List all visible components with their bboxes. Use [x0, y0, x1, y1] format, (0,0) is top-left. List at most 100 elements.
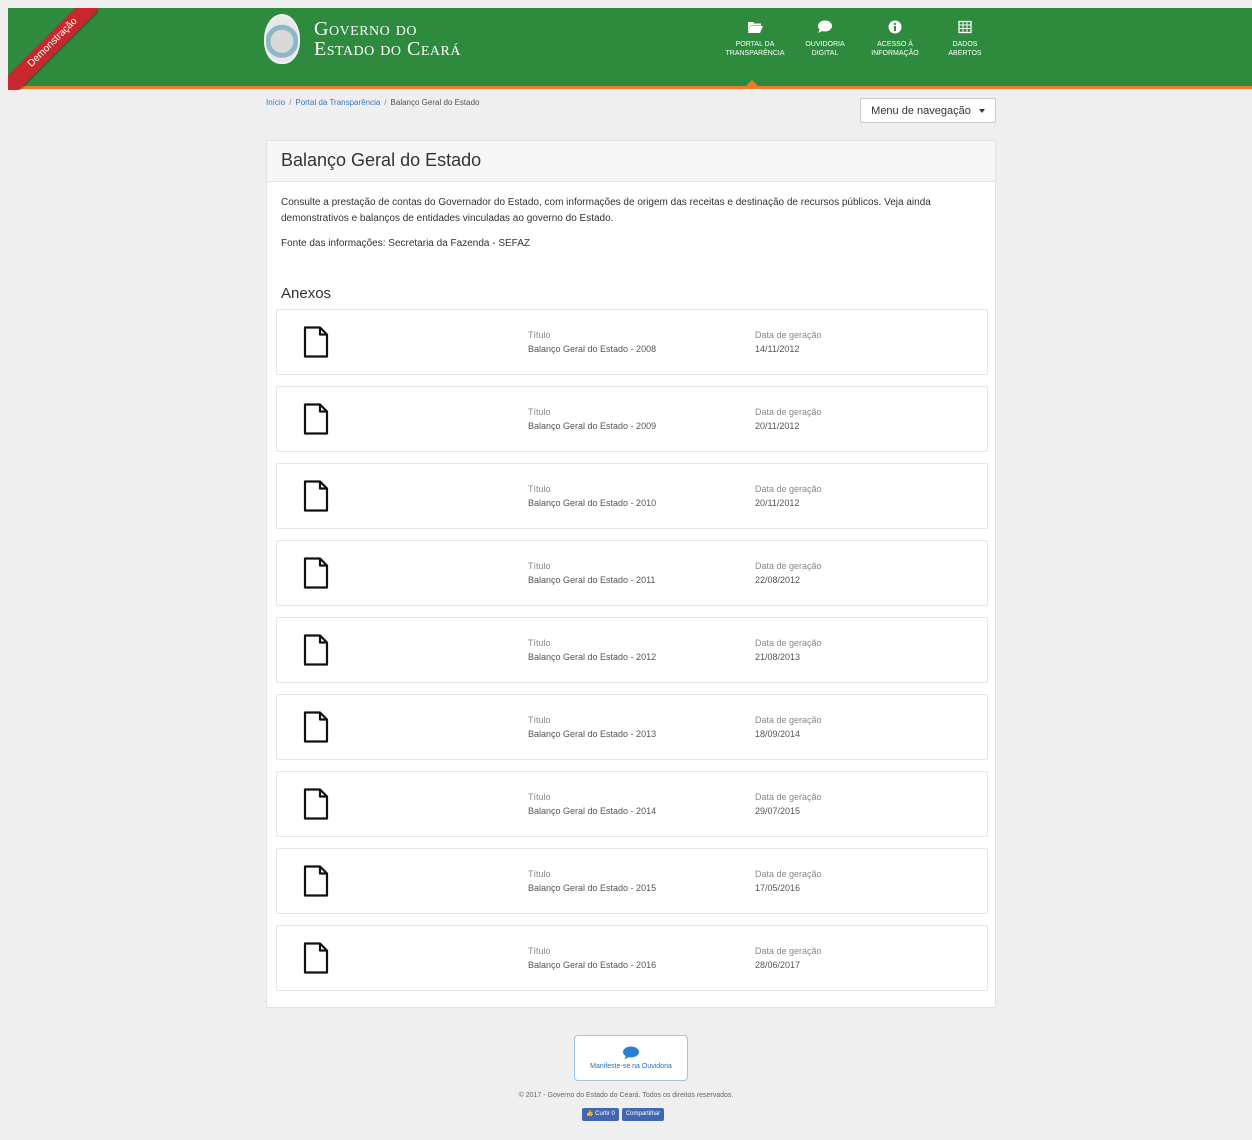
breadcrumb-portal-link[interactable]: Portal da Transparência [295, 98, 380, 107]
title-label: Título [528, 561, 551, 571]
facebook-like-button[interactable]: 👍 Curtir 0 [582, 1108, 619, 1121]
attachment-row[interactable]: Título Balanço Geral do Estado - 2011 Data… [276, 540, 988, 606]
active-nav-indicator [746, 80, 758, 86]
thumbs-up-icon: 👍 [586, 1111, 594, 1117]
brand-logo[interactable]: Governo do Estado do Ceará [264, 14, 461, 64]
document-icon[interactable] [303, 326, 329, 358]
attachment-date: 29/07/2015 [755, 806, 801, 816]
nav-portal-transparencia[interactable]: PORTAL DA TRANSPARÊNCIA [720, 20, 790, 58]
date-label: Data de geração [755, 946, 822, 956]
attachment-title: Balanço Geral do Estado - 2010 [528, 498, 657, 508]
attachment-row[interactable]: Título Balanço Geral do Estado - 2010 Data… [276, 463, 988, 529]
table-icon [958, 20, 972, 34]
nav-dados-abertos[interactable]: DADOS ABERTOS [930, 20, 1000, 58]
attachment-date: 18/09/2014 [755, 729, 801, 739]
nav-acesso-informacao[interactable]: ACESSO À INFORMAÇÃO [860, 20, 930, 58]
attachment-row[interactable]: Título Balanço Geral do Estado - 2014 Data… [276, 771, 988, 837]
attachment-date-col: Data de geração 21/08/2013 [755, 636, 822, 664]
attachment-date-col: Data de geração 29/07/2015 [755, 790, 822, 818]
demo-ribbon-container: Demonstração [8, 8, 98, 90]
attachment-date: 21/08/2013 [755, 652, 801, 662]
attachment-date-col: Data de geração 14/11/2012 [755, 328, 822, 356]
attachment-date: 17/05/2016 [755, 883, 801, 893]
attachment-title-col: Título Balanço Geral do Estado - 2009 [528, 405, 656, 433]
document-icon[interactable] [303, 942, 329, 974]
title-label: Título [528, 407, 551, 417]
attachment-date-col: Data de geração 22/08/2012 [755, 559, 822, 587]
source-text: Fonte das informações: Secretaria da Faz… [281, 238, 531, 249]
attachment-row[interactable]: Título Balanço Geral do Estado - 2012 Data… [276, 617, 988, 683]
content-panel: Balanço Geral do Estado Consulte a prest… [266, 140, 996, 1008]
attachment-date: 28/06/2017 [755, 960, 801, 970]
attachment-title: Balanço Geral do Estado - 2012 [528, 652, 657, 662]
breadcrumb-home-link[interactable]: Início [266, 98, 285, 107]
document-icon[interactable] [303, 865, 329, 897]
date-label: Data de geração [755, 638, 822, 648]
ouvidoria-button[interactable]: Manifeste-se na Ouvidoria [574, 1035, 688, 1081]
site-header [8, 8, 1252, 86]
attachment-date: 22/08/2012 [755, 575, 801, 585]
attachment-date-col: Data de geração 20/11/2012 [755, 482, 822, 510]
brand-line-2: Estado do Ceará [314, 38, 461, 60]
attachment-date: 14/11/2012 [755, 344, 800, 354]
title-label: Título [528, 638, 551, 648]
attachment-title-col: Título Balanço Geral do Estado - 2014 [528, 790, 656, 818]
title-label: Título [528, 484, 551, 494]
document-icon[interactable] [303, 634, 329, 666]
date-label: Data de geração [755, 792, 822, 802]
nav-ouvidoria-digital[interactable]: OUVIDORIA DIGITAL [790, 20, 860, 58]
navigation-menu-button[interactable]: Menu de navegação [860, 98, 996, 123]
attachment-row[interactable]: Título Balanço Geral do Estado - 2009 Data… [276, 386, 988, 452]
date-label: Data de geração [755, 715, 822, 725]
attachments-heading: Anexos [281, 285, 332, 302]
top-navigation: PORTAL DA TRANSPARÊNCIA OUVIDORIA DIGITA… [720, 20, 1000, 58]
attachment-title-col: Título Balanço Geral do Estado - 2013 [528, 713, 656, 741]
ouvidoria-button-label: Manifeste-se na Ouvidoria [590, 1063, 672, 1070]
title-label: Título [528, 946, 551, 956]
info-icon [888, 20, 902, 34]
date-label: Data de geração [755, 869, 822, 879]
date-label: Data de geração [755, 407, 822, 417]
attachment-title-col: Título Balanço Geral do Estado - 2010 [528, 482, 656, 510]
attachment-title-col: Título Balanço Geral do Estado - 2008 [528, 328, 656, 356]
folder-open-icon [748, 22, 763, 33]
attachment-date: 20/11/2012 [755, 421, 800, 431]
navigation-menu-label: Menu de navegação [871, 104, 971, 117]
title-label: Título [528, 869, 551, 879]
attachment-row[interactable]: Título Balanço Geral do Estado - 2013 Data… [276, 694, 988, 760]
attachment-title: Balanço Geral do Estado - 2008 [528, 344, 657, 354]
attachment-date-col: Data de geração 17/05/2016 [755, 867, 822, 895]
date-label: Data de geração [755, 484, 822, 494]
attachment-title-col: Título Balanço Geral do Estado - 2011 [528, 559, 655, 587]
intro-text: Consulte a prestação de contas do Govern… [281, 197, 931, 224]
title-label: Título [528, 715, 551, 725]
attachment-title-col: Título Balanço Geral do Estado - 2015 [528, 867, 656, 895]
demo-ribbon: Demonstração [8, 8, 98, 90]
attachment-title: Balanço Geral do Estado - 2016 [528, 960, 657, 970]
attachment-title-col: Título Balanço Geral do Estado - 2012 [528, 636, 656, 664]
copyright-text: © 2017 - Governo do Estado do Ceará. Tod… [518, 1092, 734, 1099]
attachment-row[interactable]: Título Balanço Geral do Estado - 2015 Data… [276, 848, 988, 914]
title-label: Título [528, 330, 551, 340]
attachment-date-col: Data de geração 20/11/2012 [755, 405, 822, 433]
document-icon[interactable] [303, 480, 329, 512]
attachments-list: Título Balanço Geral do Estado - 2008 Data… [276, 309, 988, 1002]
document-icon[interactable] [303, 557, 329, 589]
speech-bubble-icon [623, 1046, 639, 1060]
attachment-title: Balanço Geral do Estado - 2015 [528, 883, 657, 893]
date-label: Data de geração [755, 561, 822, 571]
date-label: Data de geração [755, 330, 822, 340]
attachment-row[interactable]: Título Balanço Geral do Estado - 2008 Data… [276, 309, 988, 375]
attachment-date: 20/11/2012 [755, 498, 800, 508]
document-icon[interactable] [303, 788, 329, 820]
document-icon[interactable] [303, 403, 329, 435]
state-seal-icon [264, 14, 300, 64]
attachment-date-col: Data de geração 28/06/2017 [755, 944, 822, 972]
caret-down-icon [978, 108, 985, 113]
attachment-row[interactable]: Título Balanço Geral do Estado - 2016 Data… [276, 925, 988, 991]
social-buttons: 👍 Curtir 0 Compartilhar [582, 1108, 665, 1121]
attachment-title: Balanço Geral do Estado - 2011 [528, 575, 656, 585]
document-icon[interactable] [303, 711, 329, 743]
page-title: Balanço Geral do Estado [267, 141, 995, 182]
facebook-share-button[interactable]: Compartilhar [621, 1108, 665, 1121]
